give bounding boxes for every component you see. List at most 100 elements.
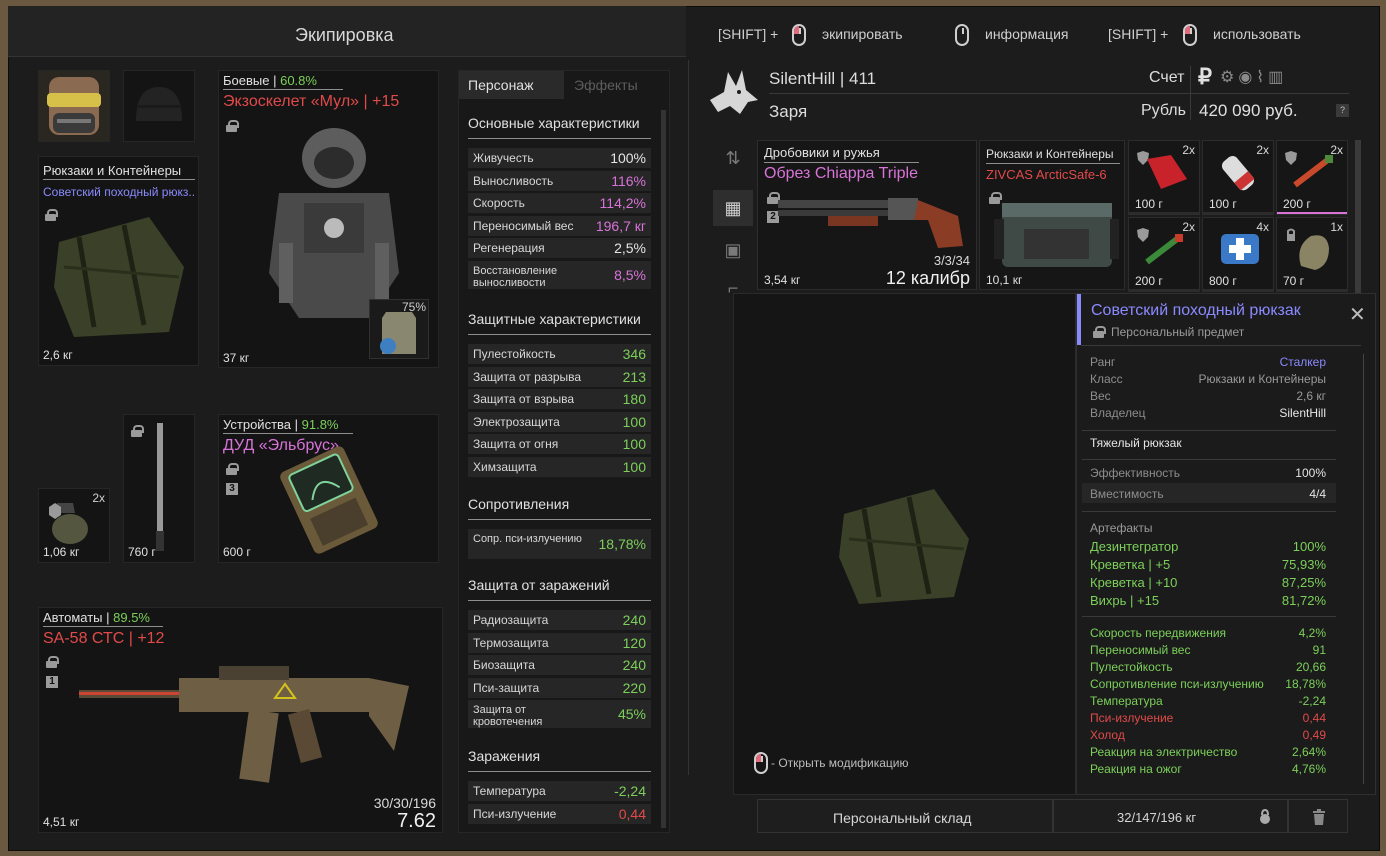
device-slot[interactable]: Устройства | 91.8% ДУД «Эльбрус» 3 600 г bbox=[218, 414, 439, 563]
effect-value: 0,44 bbox=[1302, 711, 1326, 725]
stash-item[interactable]: 2x 200 г bbox=[1128, 217, 1200, 292]
effect-name: Холод bbox=[1090, 728, 1125, 742]
backpack-filter-icon[interactable]: ▣ bbox=[713, 232, 753, 268]
stash-item[interactable]: 2x 100 г bbox=[1128, 140, 1200, 215]
stat-value: 100% bbox=[610, 150, 646, 166]
item-count: 2x bbox=[1182, 143, 1195, 157]
stat-label: Химзащита bbox=[473, 460, 537, 474]
stash-item-container[interactable]: Рюкзаки и Контейнеры ZIVCAS ArcticSafe-6… bbox=[979, 140, 1125, 290]
stat-label: Регенерация bbox=[473, 241, 545, 256]
helmet-slot[interactable] bbox=[123, 70, 195, 142]
stat-label: Защита от кровотечения bbox=[473, 704, 543, 729]
effect-value: 4,76% bbox=[1291, 762, 1326, 776]
stat-value: 180 bbox=[622, 391, 646, 408]
face-slot[interactable] bbox=[38, 70, 110, 142]
slot-number-badge: 3 bbox=[226, 483, 238, 495]
close-icon[interactable]: ✕ bbox=[1349, 302, 1366, 327]
backpack-preview-image bbox=[839, 489, 969, 604]
personal-storage-button[interactable]: Персональный склад bbox=[757, 799, 1053, 833]
effect-value: 20,66 bbox=[1295, 660, 1326, 674]
stat-label: Термозащита bbox=[473, 635, 549, 650]
effect-value: 18,78% bbox=[1285, 677, 1326, 691]
item-count: 2x bbox=[1330, 143, 1343, 157]
container-weight: 10,1 кг bbox=[986, 273, 1023, 287]
info-value: 2,6 кг bbox=[1296, 389, 1326, 403]
backpack-name: Советский походный рюкз.. bbox=[43, 185, 196, 199]
weight-indicator: 32/147/196 кг bbox=[1053, 799, 1288, 833]
rifle-category: Автоматы bbox=[43, 610, 103, 625]
sort-icon[interactable]: ⇅ bbox=[713, 140, 753, 176]
info-value: SilentHill bbox=[1279, 406, 1326, 420]
stats-scrollbar[interactable] bbox=[661, 110, 666, 828]
artifact-value: 75,93% bbox=[1281, 557, 1326, 572]
stash-item[interactable]: 1x 70 г bbox=[1276, 217, 1348, 292]
stat-row: Биозащита 240 bbox=[468, 655, 651, 676]
stat-label: Биозащита bbox=[473, 658, 535, 673]
left-mouse-icon bbox=[1183, 24, 1197, 46]
effect-row: Температура -2,24 bbox=[1090, 694, 1326, 709]
rifle-name: SA-58 СТС bbox=[43, 630, 125, 647]
tab-character-label: Персонаж bbox=[468, 77, 534, 93]
item-rarity-bar bbox=[1129, 212, 1199, 214]
backpack-slot[interactable]: Рюкзаки и Контейнеры Советский походный … bbox=[38, 156, 199, 366]
stash-item[interactable]: 2x 100 г bbox=[1202, 140, 1274, 215]
stash-item[interactable]: 4x 800 г bbox=[1202, 217, 1274, 292]
armor-slot[interactable]: Боевые | 60.8% Экзоскелет «Мул» | +15 75… bbox=[218, 70, 439, 368]
effect-name: Пси-излучение bbox=[1090, 711, 1174, 725]
grid-all-icon[interactable]: ▦ bbox=[713, 190, 753, 226]
effect-row: Пулестойкость 20,66 bbox=[1090, 660, 1326, 675]
machete-icon bbox=[156, 423, 164, 551]
stat-label: Температура bbox=[473, 784, 546, 798]
info-key: Ранг bbox=[1090, 355, 1116, 369]
effect-row: Сопротивление пси-излучению 18,78% bbox=[1090, 677, 1326, 692]
item-count: 2x bbox=[1256, 143, 1269, 157]
primary-weapon-slot[interactable]: Автоматы | 89.5% SA-58 СТС | +12 1 30/30… bbox=[38, 607, 443, 833]
effect-name: Реакция на электричество bbox=[1090, 745, 1238, 759]
lock-icon bbox=[1093, 326, 1106, 338]
left-mouse-icon bbox=[792, 24, 806, 46]
currency-icons: ⚙◉⌇▥ bbox=[1220, 69, 1288, 86]
resist-title: Сопротивления bbox=[468, 496, 570, 512]
trash-button[interactable] bbox=[1288, 799, 1348, 833]
container-name: ZIVCAS ArcticSafe-6 bbox=[986, 167, 1107, 182]
stash-item[interactable]: 2x 200 г bbox=[1276, 140, 1348, 215]
effect-value: 4,2% bbox=[1298, 626, 1326, 640]
stat-value: 220 bbox=[622, 679, 646, 696]
tooltip-description: Тяжелый рюкзак bbox=[1090, 436, 1182, 450]
stash-scrollbar[interactable] bbox=[1355, 140, 1361, 295]
stat-row: Температура -2,24 bbox=[468, 781, 651, 801]
help-button[interactable]: ? bbox=[1336, 104, 1349, 117]
stat-row: Живучесть 100% bbox=[468, 148, 651, 168]
ruble-icon[interactable]: ₽ bbox=[1198, 64, 1212, 90]
artifact-row: Креветка | +10 87,25% bbox=[1090, 575, 1326, 590]
armor-upgrade: +15 bbox=[372, 93, 400, 110]
armor-plate-slot[interactable]: 75% bbox=[369, 299, 429, 359]
item-rarity-bar bbox=[1277, 289, 1347, 291]
tooltip-scrollbar[interactable] bbox=[1363, 354, 1369, 784]
stat-label: Защита от разрыва bbox=[473, 369, 582, 384]
stat-value: 114,2% bbox=[599, 195, 646, 212]
tab-effects[interactable]: Эффекты bbox=[564, 71, 669, 99]
shotgun-caliber: 12 калибр bbox=[885, 268, 970, 288]
tab-character[interactable]: Персонаж bbox=[459, 71, 564, 99]
personal-storage-label: Персональный склад bbox=[833, 810, 972, 826]
rifle-ammo: 30/30/196 bbox=[373, 795, 436, 811]
info-key: Владелец bbox=[1090, 406, 1146, 420]
stat-value: 346 bbox=[622, 346, 646, 362]
grenade-slot[interactable]: 2x 1,06 кг bbox=[38, 488, 110, 563]
item-weight: 100 г bbox=[1135, 197, 1163, 211]
stat-label: Радиозащита bbox=[473, 613, 549, 627]
account-label: Счет bbox=[1149, 69, 1185, 86]
item-weight: 200 г bbox=[1283, 197, 1311, 211]
efficiency-value: 100% bbox=[1295, 466, 1326, 480]
item-rarity-bar bbox=[1203, 289, 1273, 291]
stash-item-shotgun[interactable]: Дробовики и ружья Обрез Chiappa Triple 2… bbox=[757, 140, 977, 290]
melee-slot[interactable]: 760 г bbox=[123, 414, 195, 563]
currency-label: Рубль bbox=[1141, 102, 1186, 119]
rifle-upgrade: +12 bbox=[137, 630, 165, 647]
wolf-faction-icon bbox=[710, 70, 758, 114]
artifact-name: Дезинтегратор bbox=[1090, 539, 1179, 554]
stat-row: Защита от взрыва 180 bbox=[468, 389, 651, 410]
stat-value: 240 bbox=[622, 657, 646, 674]
device-category: Устройства bbox=[223, 417, 292, 432]
